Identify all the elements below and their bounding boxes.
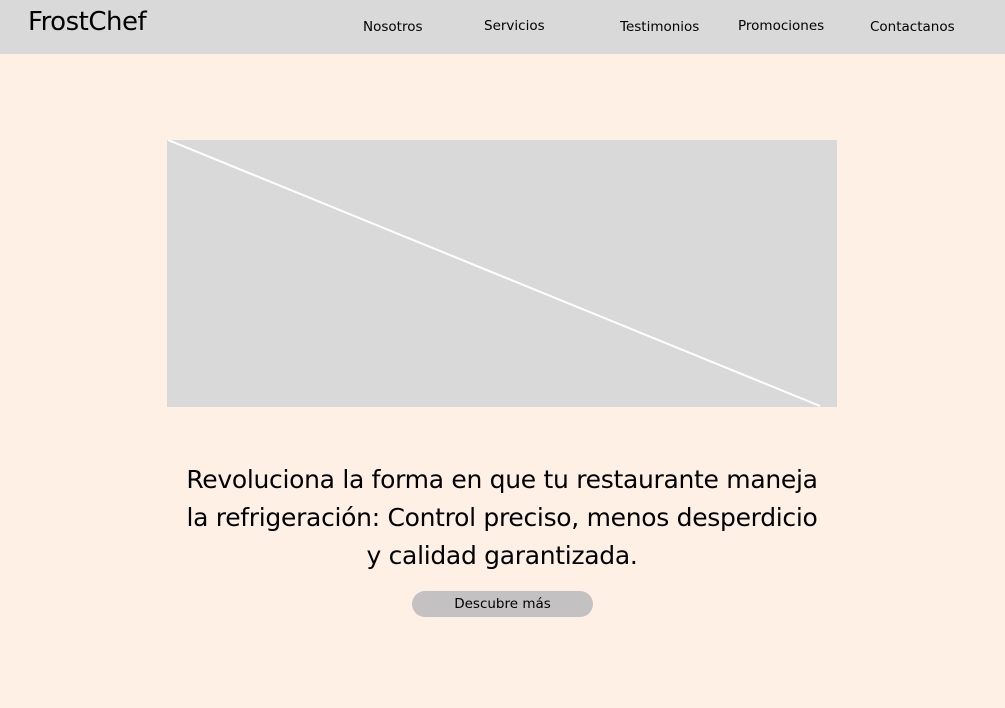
nav-link-promociones[interactable]: Promociones xyxy=(738,17,824,35)
nav-link-testimonios[interactable]: Testimonios xyxy=(620,18,699,36)
brand-logo[interactable]: FrostChef xyxy=(28,6,147,38)
hero-headline-line-2: la refrigeración: Control preciso, menos… xyxy=(186,503,818,532)
hero-headline-line-1: Revoluciona la forma en que tu restauran… xyxy=(186,465,818,494)
image-placeholder-icon xyxy=(167,140,821,407)
discover-more-button[interactable]: Descubre más xyxy=(412,591,593,617)
nav-link-servicios[interactable]: Servicios xyxy=(484,17,545,35)
hero-headline-line-3: y calidad garantizada. xyxy=(366,541,638,570)
nav-link-nosotros[interactable]: Nosotros xyxy=(363,18,423,36)
hero-headline: Revoluciona la forma en que tu restauran… xyxy=(152,461,852,575)
hero-image-placeholder xyxy=(167,140,837,407)
nav-link-contactanos[interactable]: Contactanos xyxy=(870,18,955,36)
navbar: FrostChef Nosotros Servicios Testimonios… xyxy=(0,0,1005,54)
